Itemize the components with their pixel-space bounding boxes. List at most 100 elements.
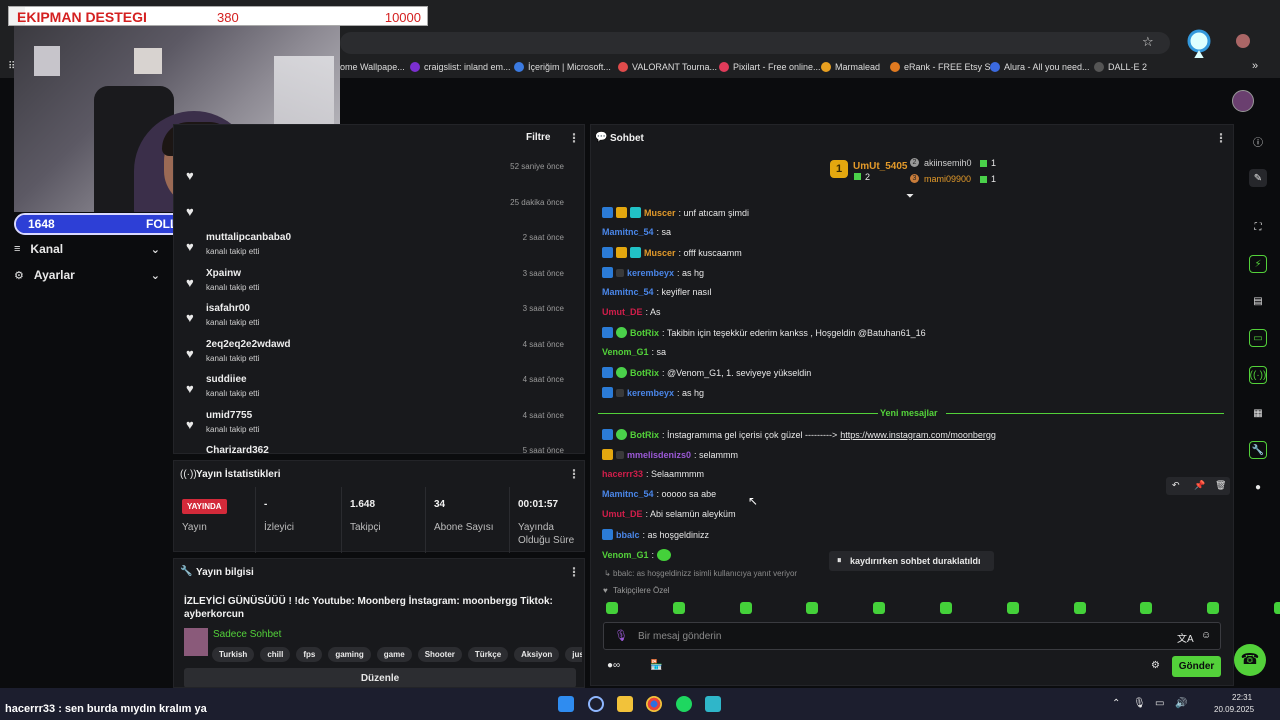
- chat-username[interactable]: hacerrr33: [602, 469, 643, 479]
- address-bar[interactable]: [340, 32, 1170, 54]
- chat-username[interactable]: mmelisdenizs0: [627, 450, 691, 460]
- streaming-app-icon[interactable]: [705, 696, 721, 712]
- stream-tag[interactable]: justchattin: [565, 647, 582, 662]
- lightning-icon[interactable]: ⚡: [1249, 255, 1267, 273]
- chat-username[interactable]: Umut_DE: [602, 509, 643, 519]
- activity-row[interactable]: ♥ Xpainw kanalı takip etti 3 saat önce: [174, 266, 576, 301]
- chat-username[interactable]: Venom_G1: [602, 347, 649, 357]
- emote-icon[interactable]: [1274, 602, 1280, 614]
- chat-message[interactable]: BotRix: @Venom_G1, 1. seviyeye yükseldin: [602, 367, 811, 378]
- bookmark-item[interactable]: Alura - All you need...: [990, 62, 1090, 72]
- bookmark-item[interactable]: İçeriğim | Microsoft...: [514, 62, 611, 72]
- bookmark-item[interactable]: eRank - FREE Etsy S...: [890, 62, 998, 72]
- chat-username[interactable]: bbalc: [616, 530, 640, 540]
- collapse-icon[interactable]: ⏷: [906, 191, 914, 202]
- chat-message[interactable]: Venom_G1:: [602, 549, 672, 561]
- top-chatter-2[interactable]: akiinsemih0: [924, 158, 972, 168]
- stream-tag[interactable]: fps: [296, 647, 323, 662]
- activity-row[interactable]: ♥ suddiiee kanalı takip etti 4 saat önce: [174, 372, 576, 407]
- chat-input[interactable]: 🎙 Bir mesaj gönderin 文A ☺: [603, 622, 1221, 650]
- stream-tag[interactable]: Aksiyon: [514, 647, 560, 662]
- chat-message[interactable]: bbalc: as hoşgeldinizz: [602, 529, 709, 540]
- wrench-icon[interactable]: 🔧: [1249, 441, 1267, 459]
- emote-icon[interactable]: [1073, 602, 1086, 614]
- chat-message[interactable]: BotRix: Takibin için teşekkür ederim kan…: [602, 327, 926, 338]
- bookmark-item[interactable]: VALORANT Tourna...: [618, 62, 717, 72]
- microphone-icon[interactable]: 🎙: [614, 629, 628, 642]
- send-button[interactable]: Gönder: [1172, 656, 1221, 677]
- activity-row[interactable]: ♥ Charizard362 5 saat önce: [174, 443, 576, 453]
- more-bookmarks-icon[interactable]: »: [1252, 60, 1258, 72]
- nav-kanal[interactable]: ≡ Kanal ⌄: [14, 240, 160, 258]
- activity-row[interactable]: ♥ 2eq2eq2e2wdawd kanalı takip etti 4 saat ö…: [174, 337, 576, 372]
- stream-tag[interactable]: game: [376, 647, 412, 662]
- reply-icon[interactable]: ↶: [1172, 480, 1180, 491]
- more-options-icon[interactable]: ⋮: [1215, 131, 1227, 145]
- top-chatter-3[interactable]: mami09900: [924, 174, 971, 184]
- edit-button[interactable]: Düzenle: [184, 668, 576, 687]
- chat-icon[interactable]: ▭: [1249, 329, 1267, 347]
- chat-username[interactable]: Mamitnc_54: [602, 489, 654, 499]
- emote-icon[interactable]: [1006, 602, 1019, 614]
- chat-paused-banner[interactable]: ⏸ kaydırırken sohbet duraklatıldı: [829, 551, 994, 571]
- chat-username[interactable]: BotRix: [630, 368, 659, 378]
- chat-message[interactable]: Mamitnc_54: keyifler nasıl: [602, 287, 712, 297]
- chat-username[interactable]: BotRix: [630, 430, 659, 440]
- chat-username[interactable]: kerembeyx: [627, 388, 674, 398]
- emote-icon[interactable]: [940, 602, 952, 614]
- chat-username[interactable]: kerembeyx: [627, 268, 674, 278]
- chrome-icon[interactable]: [646, 696, 662, 712]
- chat-message[interactable]: Muscer: offf kuscaamm: [602, 247, 742, 258]
- info-icon[interactable]: ⓘ: [1249, 132, 1267, 150]
- stream-tag[interactable]: Shooter: [417, 647, 462, 662]
- emote-icon[interactable]: [806, 602, 819, 614]
- chat-message[interactable]: kerembeyx: as hg: [602, 267, 704, 278]
- network-icon[interactable]: ▭: [1155, 698, 1164, 709]
- chat-link[interactable]: https://www.instagram.com/moonbergg: [840, 430, 996, 440]
- category-link[interactable]: Sadece Sohbet: [213, 629, 281, 640]
- stream-tag[interactable]: Türkçe: [467, 647, 509, 662]
- chat-message[interactable]: Umut_DE: As: [602, 307, 661, 317]
- filter-button[interactable]: Filtre: [526, 132, 550, 143]
- chat-message[interactable]: Muscer: unf atıcam şimdi: [602, 207, 749, 218]
- points-icon[interactable]: ●∞: [607, 660, 620, 671]
- chat-message[interactable]: Venom_G1: sa: [602, 347, 666, 357]
- emote-icon[interactable]: [606, 602, 618, 614]
- chat-message[interactable]: kerembeyx: as hg: [602, 387, 704, 398]
- chat-settings-icon[interactable]: ⚙: [1151, 660, 1160, 671]
- bookmark-item[interactable]: ome Wallpape...: [340, 62, 405, 72]
- more-options-icon[interactable]: ⋮: [568, 131, 580, 145]
- bookmark-item[interactable]: Pixilart - Free online...: [719, 62, 821, 72]
- emoji-icon[interactable]: ☺: [1201, 630, 1211, 641]
- activity-row[interactable]: ♥ muttalipcanbaba0 kanalı takip etti 2 saat…: [174, 230, 576, 265]
- chat-message[interactable]: mmelisdenizs0: selammm: [602, 449, 738, 460]
- more-options-icon[interactable]: ⋮: [568, 565, 580, 579]
- emote-icon[interactable]: [1140, 602, 1153, 614]
- delete-icon[interactable]: 🗑: [1215, 480, 1226, 491]
- windows-start-icon[interactable]: [558, 696, 574, 712]
- activity-row[interactable]: ♥ 25 dakika önce: [174, 195, 576, 230]
- bookmark-item[interactable]: craigslist: inland em...: [410, 62, 511, 72]
- spotify-icon[interactable]: [676, 696, 692, 712]
- user-avatar[interactable]: [1232, 90, 1254, 112]
- chat-username[interactable]: Mamitnc_54: [602, 287, 654, 297]
- crop-icon[interactable]: ⛶: [1249, 218, 1267, 236]
- chat-username[interactable]: BotRix: [630, 328, 659, 338]
- emote-icon[interactable]: [739, 602, 752, 614]
- chat-username[interactable]: Muscer: [644, 248, 676, 258]
- microphone-icon[interactable]: 🎙: [1133, 698, 1146, 709]
- bookmark-item[interactable]: DALL·E 2: [1094, 62, 1147, 72]
- stream-tag[interactable]: chill: [260, 647, 291, 662]
- support-headset-icon[interactable]: ☎: [1234, 644, 1266, 676]
- more-options-icon[interactable]: ⋮: [568, 467, 580, 481]
- layout-icon[interactable]: ▦: [1249, 404, 1267, 422]
- chat-message[interactable]: Mamitnc_54: ooooo sa abe: [602, 489, 716, 499]
- chat-username[interactable]: Venom_G1: [602, 550, 649, 560]
- chat-message[interactable]: BotRix: İnstagramıma gel içerisi çok güz…: [602, 429, 996, 440]
- search-icon[interactable]: [588, 696, 604, 712]
- bookmark-star-icon[interactable]: ☆: [1142, 34, 1154, 50]
- chat-message[interactable]: hacerrr33: Selaammmm: [602, 469, 704, 479]
- chat-username[interactable]: Muscer: [644, 208, 676, 218]
- chat-message[interactable]: Umut_DE: Abi selamün aleyküm: [602, 509, 736, 519]
- chat-message[interactable]: Mamitnc_54: sa: [602, 227, 671, 237]
